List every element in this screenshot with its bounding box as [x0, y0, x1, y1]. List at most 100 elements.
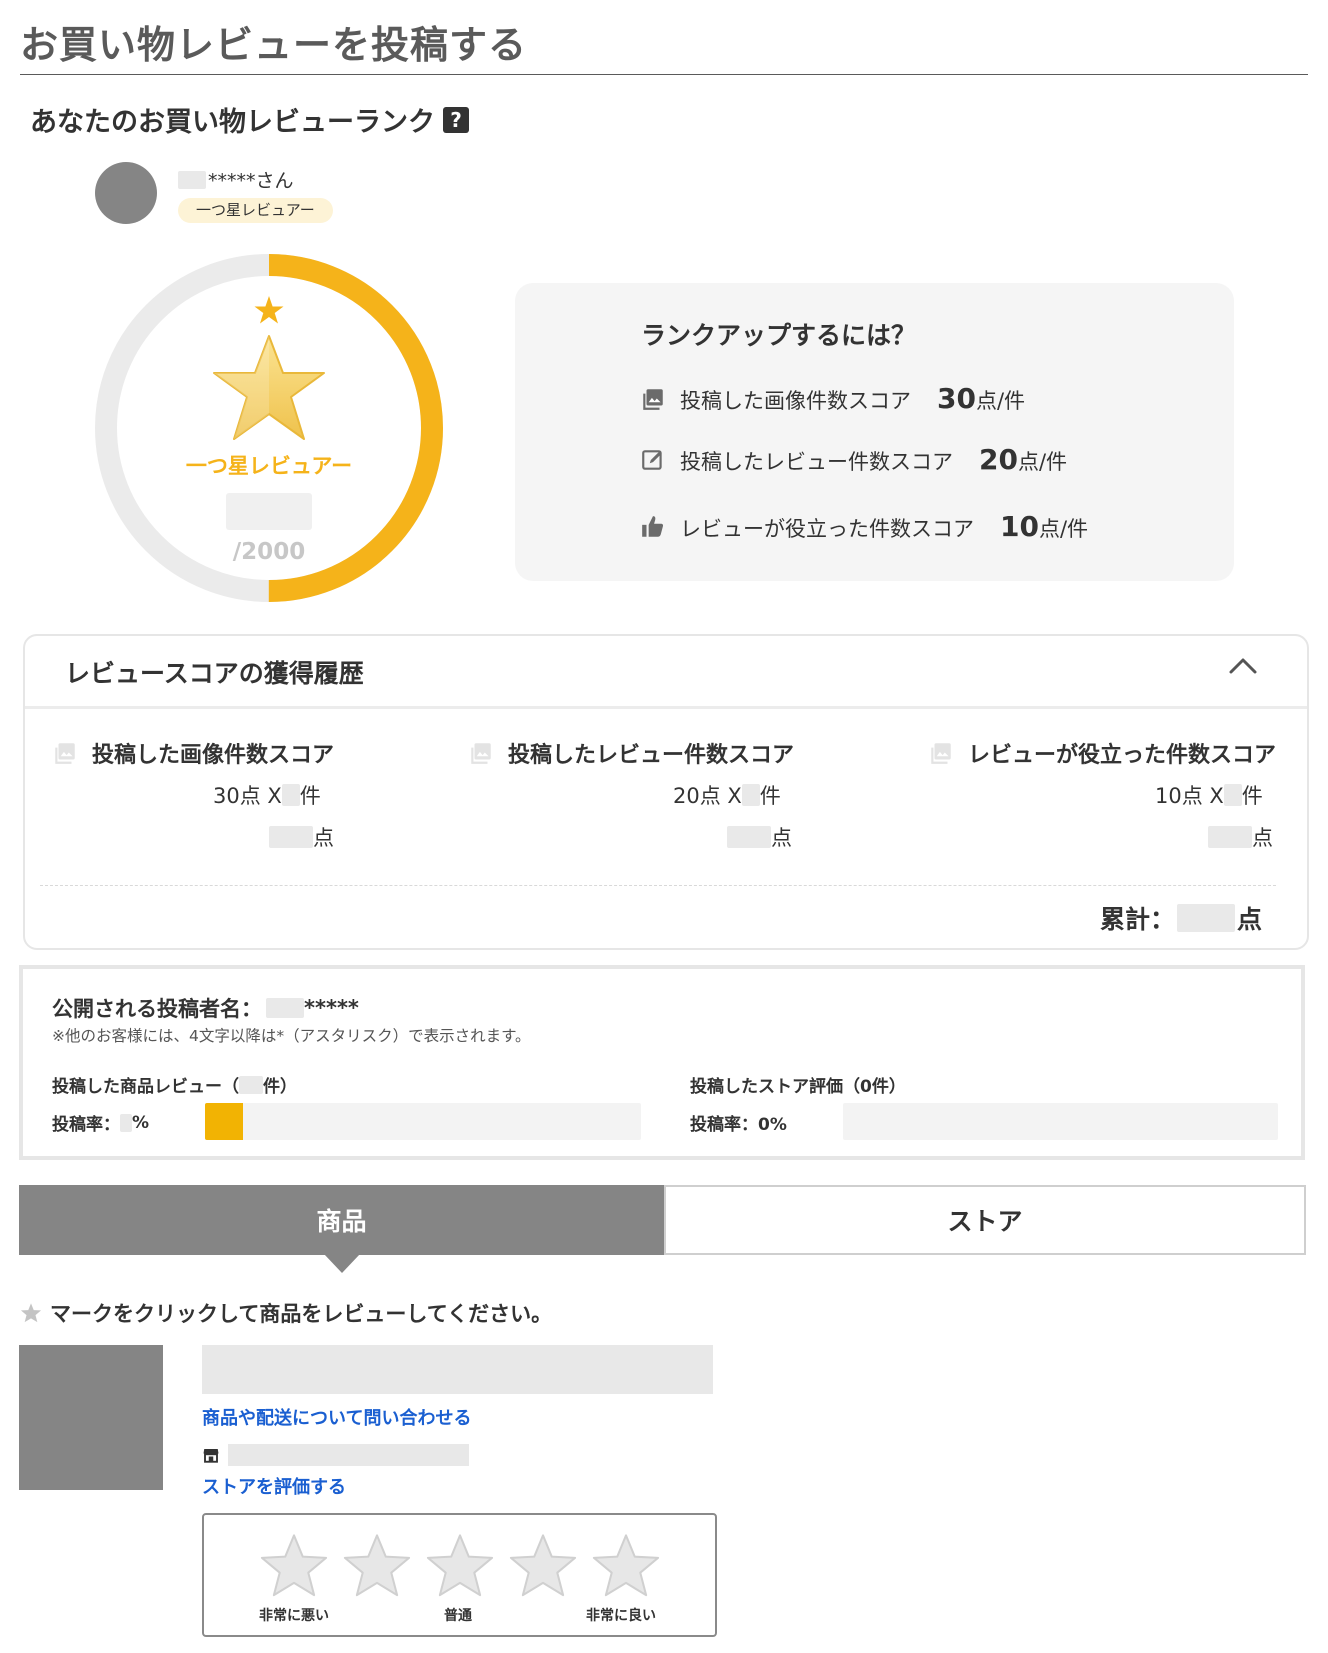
history-rate: 30点 X — [213, 784, 282, 808]
shop-icon — [203, 1449, 219, 1463]
store-review-count: 投稿したストア評価（0件） — [690, 1077, 906, 1097]
active-tab-pointer — [324, 1254, 360, 1273]
count-redacted — [741, 784, 760, 806]
product-rate-bar — [205, 1103, 641, 1140]
rank-name: 一つ星レビュアー — [185, 454, 353, 478]
store-rate-link[interactable]: ストアを評価する — [202, 1473, 346, 1499]
rating-label-normal: 普通 — [444, 1608, 472, 1624]
points-redacted — [727, 826, 771, 848]
product-image[interactable] — [19, 1345, 163, 1490]
image-icon — [471, 743, 491, 764]
history-rate: 10点 X — [1155, 784, 1224, 808]
history-col-title: レビューが役立った件数スコア — [968, 743, 1277, 768]
small-star-icon — [254, 296, 284, 324]
rankup-row-points: 10 — [1000, 510, 1039, 543]
rating-star-5-icon[interactable] — [591, 1531, 661, 1601]
history-points-unit: 点 — [771, 826, 792, 850]
rating-star-1-icon[interactable] — [259, 1531, 329, 1601]
edit-icon — [642, 449, 662, 470]
rankup-title: ランクアップするには？ — [641, 321, 917, 350]
product-review-count: 投稿した商品レビュー（ 件） — [52, 1072, 297, 1097]
product-rate-bar-fill — [205, 1103, 243, 1140]
history-points-review: 点 — [727, 822, 792, 852]
product-review-count-suffix: 件） — [263, 1077, 297, 1097]
points-redacted — [1208, 826, 1252, 848]
rankup-row-review: 投稿したレビュー件数スコア 20 点/件 — [640, 443, 1067, 476]
rank-score-redacted — [226, 493, 312, 530]
history-count-unit: 件 — [299, 784, 321, 808]
rating-box: 非常に悪い 普通 非常に良い — [202, 1513, 717, 1637]
rank-heading: あなたのお買い物レビューランク ? — [30, 100, 469, 139]
image-icon — [931, 743, 951, 764]
tab-product[interactable]: 商品 — [19, 1185, 664, 1255]
product-review-count-prefix: 投稿した商品レビュー（ — [52, 1077, 239, 1097]
chevron-up-icon[interactable] — [1223, 650, 1263, 680]
history-count-unit: 件 — [759, 784, 781, 808]
rank-heading-text: あなたのお買い物レビューランク — [30, 107, 435, 138]
history-rate-helpful: 10点 X 件 — [1155, 780, 1263, 810]
user-name-redacted — [178, 170, 206, 189]
count-redacted — [239, 1075, 263, 1094]
history-rate-review: 20点 X 件 — [673, 780, 781, 810]
rankup-row-label: 投稿したレビュー件数スコア — [680, 450, 953, 474]
history-points-image: 点 — [269, 822, 334, 852]
history-divider — [40, 885, 1276, 886]
history-col-title: 投稿したレビュー件数スコア — [508, 743, 795, 768]
history-col-helpful: レビューが役立った件数スコア — [928, 737, 1276, 769]
history-col-title: 投稿した画像件数スコア — [92, 743, 335, 768]
public-name-redacted — [266, 998, 304, 1018]
points-redacted — [269, 826, 313, 848]
user-name-suffix: *****さん — [208, 170, 294, 192]
rankup-row-unit: 点/件 — [1017, 450, 1068, 474]
total-redacted — [1177, 904, 1236, 932]
rankup-row-points: 20 — [979, 443, 1018, 476]
rating-label-good: 非常に良い — [586, 1608, 656, 1624]
star-icon — [20, 1303, 42, 1323]
image-icon — [55, 743, 75, 764]
history-col-review: 投稿したレビュー件数スコア — [468, 737, 794, 769]
total-unit: 点 — [1237, 905, 1263, 934]
avatar — [95, 162, 157, 224]
store-review-rate: 投稿率：0% — [690, 1115, 787, 1135]
review-instruction: マークをクリックして商品をレビューしてください。 — [20, 1298, 552, 1328]
image-icon — [643, 388, 663, 410]
public-name-note: ※他のお客様には、4文字以降は*（アスタリスク）で表示されます。 — [52, 1027, 531, 1045]
store-rate-bar — [843, 1103, 1278, 1140]
page-title: お買い物レビューを投稿する — [20, 23, 528, 67]
history-rate-image: 30点 X 件 — [213, 780, 321, 810]
rankup-row-label: レビューが役立った件数スコア — [680, 517, 974, 541]
rank-badge: 一つ星レビュアー — [178, 198, 333, 223]
help-icon[interactable]: ? — [443, 106, 469, 133]
product-rate-suffix: % — [132, 1112, 150, 1133]
title-divider — [20, 74, 1308, 75]
thumbs-up-icon — [642, 515, 664, 537]
rank-max-score: /2000 — [232, 539, 306, 565]
tab-store[interactable]: ストア — [664, 1185, 1306, 1255]
history-col-image: 投稿した画像件数スコア — [52, 737, 334, 769]
review-instruction-text: マークをクリックして商品をレビューしてください。 — [50, 1302, 553, 1326]
inquiry-link[interactable]: 商品や配送について問い合わせる — [202, 1404, 471, 1430]
rankup-row-unit: 点/件 — [1038, 517, 1089, 541]
history-points-unit: 点 — [313, 826, 334, 850]
product-rate-prefix: 投稿率： — [52, 1115, 120, 1135]
product-review-rate: 投稿率： % — [52, 1110, 150, 1136]
history-points-unit: 点 — [1252, 826, 1273, 850]
rankup-row-helpful: レビューが役立った件数スコア 10 点/件 — [640, 510, 1088, 543]
rank-star-icon — [213, 335, 325, 440]
public-name: 公開される投稿者名： ***** — [52, 993, 359, 1023]
public-name-suffix: ***** — [304, 996, 359, 1020]
rankup-row-points: 30 — [937, 382, 976, 415]
rating-label-bad: 非常に悪い — [259, 1608, 329, 1624]
rate-redacted — [120, 1113, 132, 1132]
product-name-redacted[interactable] — [202, 1345, 713, 1394]
rating-star-2-icon[interactable] — [342, 1531, 412, 1601]
count-redacted — [281, 784, 300, 806]
total-label: 累計： — [1100, 905, 1176, 934]
shop-name-redacted[interactable] — [228, 1444, 469, 1466]
history-total: 累計： 点 — [1100, 900, 1262, 936]
history-count-unit: 件 — [1241, 784, 1263, 808]
rating-star-4-icon[interactable] — [508, 1531, 578, 1601]
count-redacted — [1223, 784, 1242, 806]
rankup-row-label: 投稿した画像件数スコア — [680, 389, 911, 413]
rating-star-3-icon[interactable] — [425, 1531, 495, 1601]
